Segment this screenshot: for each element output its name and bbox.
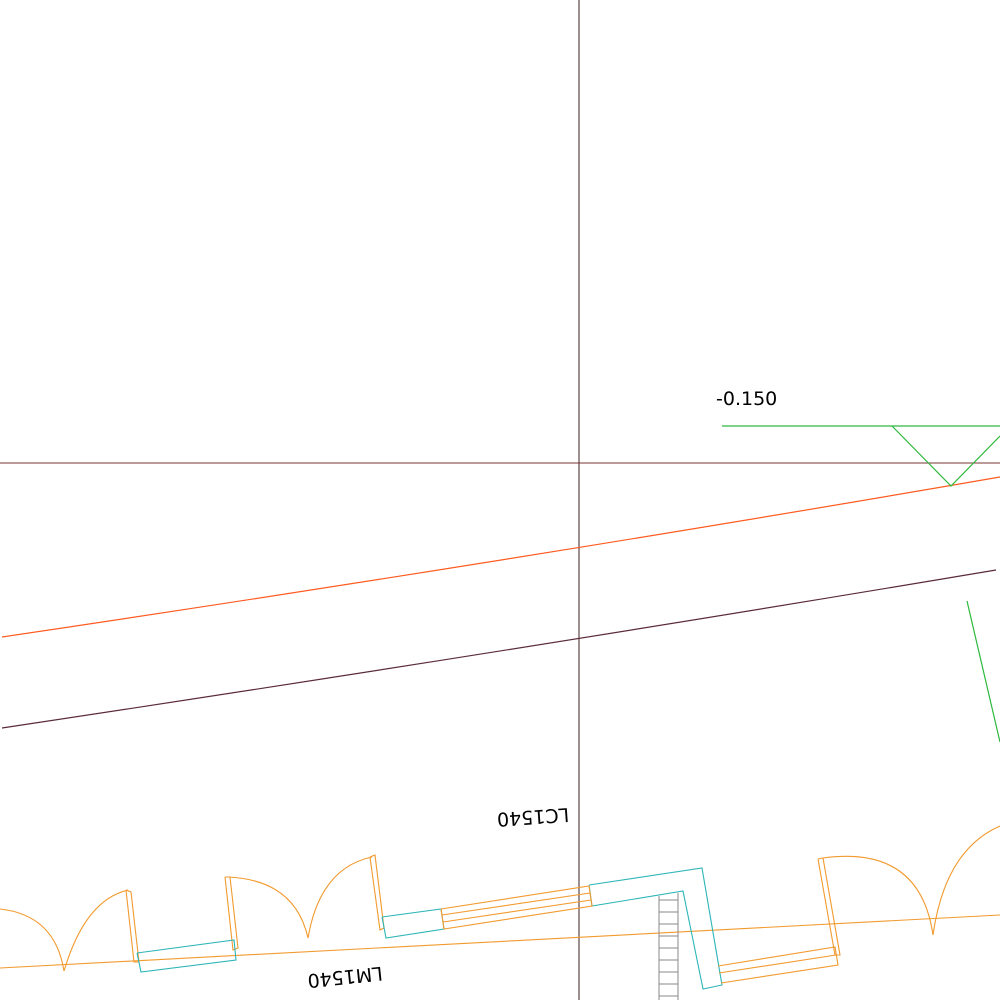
drawing-background [0,0,1000,1000]
elevation-value-label: -0.150 [716,388,777,410]
cad-drawing-canvas[interactable]: -0.150 LC1540 LM1540 [0,0,1000,1000]
